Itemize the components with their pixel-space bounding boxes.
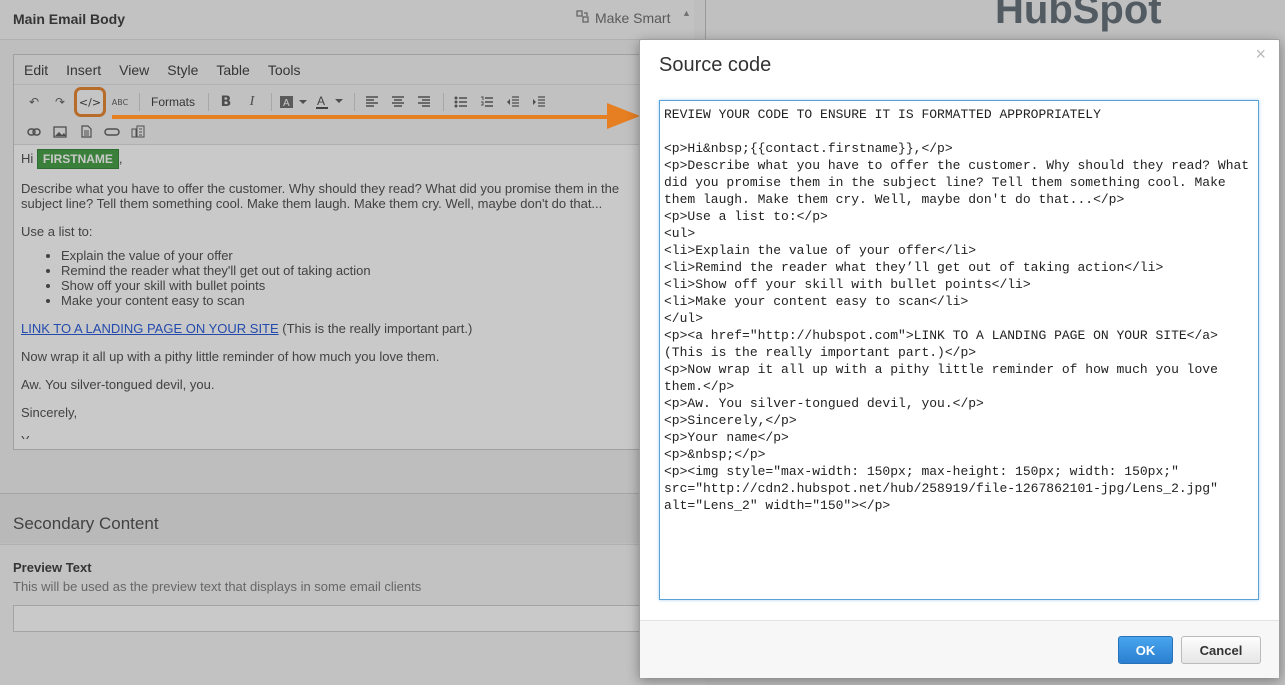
- close-icon[interactable]: ×: [1255, 44, 1266, 65]
- ok-button[interactable]: OK: [1118, 636, 1173, 664]
- dialog-title: Source code: [659, 54, 772, 76]
- cancel-button[interactable]: Cancel: [1181, 636, 1261, 664]
- source-code-textarea[interactable]: REVIEW YOUR CODE TO ENSURE IT IS FORMATT…: [659, 100, 1259, 600]
- dialog-footer: OK Cancel: [640, 620, 1279, 678]
- source-code-dialog: × Source code REVIEW YOUR CODE TO ENSURE…: [639, 39, 1280, 678]
